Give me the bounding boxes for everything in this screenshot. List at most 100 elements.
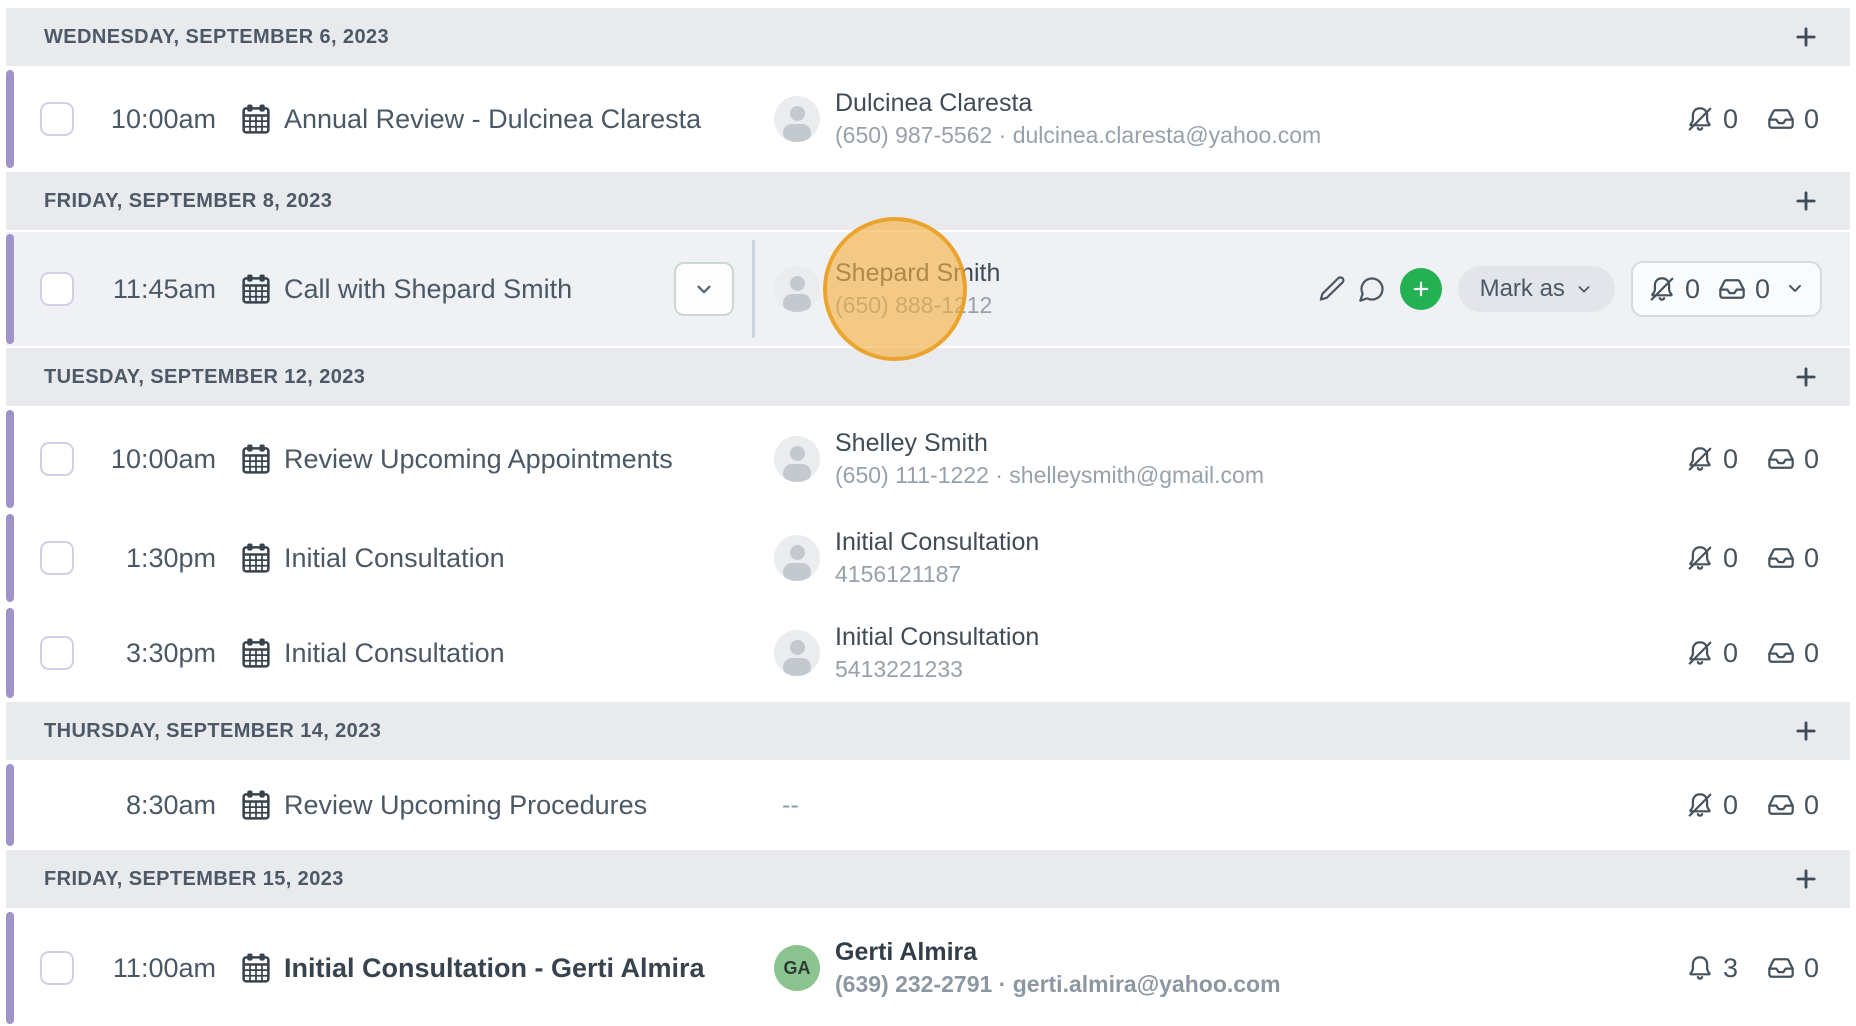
row-accent-bar xyxy=(6,608,14,698)
appointment-time: 8:30am xyxy=(86,790,216,821)
bell-off-icon xyxy=(1686,791,1714,819)
contact-initials-avatar: GA xyxy=(774,945,820,991)
inbox-count: 0 xyxy=(1804,104,1822,135)
appointment-time: 3:30pm xyxy=(86,638,216,669)
add-action-button[interactable] xyxy=(1400,268,1442,310)
appointment-row[interactable]: 3:30pm Initial Consultation Initial Cons… xyxy=(6,606,1850,700)
row-checkbox[interactable] xyxy=(40,951,74,985)
add-appointment-button[interactable] xyxy=(1788,183,1824,219)
inbox-icon xyxy=(1767,639,1795,667)
row-checkbox[interactable] xyxy=(40,102,74,136)
notification-counts: 0 0 xyxy=(1686,790,1822,821)
bell-icon xyxy=(1686,954,1714,982)
bell-count: 3 xyxy=(1723,953,1741,984)
appointment-row[interactable]: 10:00am Annual Review - Dulcinea Clarest… xyxy=(6,68,1850,170)
appointment-title: Initial Consultation xyxy=(284,543,505,574)
notification-counts: 0 0 xyxy=(1686,104,1822,135)
calendar-icon xyxy=(242,543,270,573)
calendar-icon xyxy=(242,444,270,474)
row-checkbox[interactable] xyxy=(40,541,74,575)
chevron-down-icon xyxy=(1575,280,1593,298)
plus-icon xyxy=(1793,364,1819,390)
appointment-row[interactable]: 8:30am Review Upcoming Procedures -- 0 0 xyxy=(6,762,1850,848)
appointment-title: Annual Review - Dulcinea Claresta xyxy=(284,104,701,135)
bell-count: 0 xyxy=(1723,790,1741,821)
inbox-count: 0 xyxy=(1804,543,1822,574)
person-avatar-icon xyxy=(774,266,820,312)
inbox-icon xyxy=(1767,445,1795,473)
row-checkbox[interactable] xyxy=(40,272,74,306)
edit-button[interactable] xyxy=(1312,269,1352,309)
date-header: TUESDAY, SEPTEMBER 12, 2023 xyxy=(6,348,1850,406)
appointment-title: Initial Consultation - Gerti Almira xyxy=(284,953,705,984)
date-label: TUESDAY, SEPTEMBER 12, 2023 xyxy=(44,366,365,389)
add-appointment-button[interactable] xyxy=(1788,359,1824,395)
date-header: FRIDAY, SEPTEMBER 15, 2023 xyxy=(6,850,1850,908)
date-label: WEDNESDAY, SEPTEMBER 6, 2023 xyxy=(44,26,389,49)
calendar-icon xyxy=(242,953,270,983)
pencil-icon xyxy=(1318,275,1346,303)
contact-detail: (639) 232-2791 · gerti.almira@yahoo.com xyxy=(835,971,1281,998)
contact-detail: (650) 888-1212 xyxy=(835,292,1000,319)
add-appointment-button[interactable] xyxy=(1788,713,1824,749)
row-checkbox[interactable] xyxy=(40,442,74,476)
bell-off-icon xyxy=(1686,544,1714,572)
appointment-time: 10:00am xyxy=(86,104,216,135)
contact-detail: (650) 111-1222 · shelleysmith@gmail.com xyxy=(835,462,1264,489)
appointment-title: Review Upcoming Appointments xyxy=(284,444,673,475)
inbox-count: 0 xyxy=(1804,444,1822,475)
contact-detail: 5413221233 xyxy=(835,656,1039,683)
comment-button[interactable] xyxy=(1352,269,1392,309)
inbox-count: 0 xyxy=(1804,790,1822,821)
date-header: WEDNESDAY, SEPTEMBER 6, 2023 xyxy=(6,8,1850,66)
chevron-down-icon xyxy=(693,278,715,300)
appointment-row[interactable]: 11:45am Call with Shepard Smith Shepard … xyxy=(6,232,1850,346)
row-checkbox[interactable] xyxy=(40,636,74,670)
mark-as-label: Mark as xyxy=(1480,275,1565,303)
notification-counts-box[interactable]: 0 0 xyxy=(1631,261,1822,317)
row-accent-bar xyxy=(6,70,14,168)
bell-count: 0 xyxy=(1723,444,1741,475)
contact-name: Initial Consultation xyxy=(835,623,1039,652)
appointment-time: 11:45am xyxy=(86,274,216,305)
person-avatar-icon xyxy=(774,535,820,581)
chevron-down-icon xyxy=(1785,278,1805,298)
contact-name: Shepard Smith xyxy=(835,259,1000,288)
calendar-icon xyxy=(242,638,270,668)
appointment-row[interactable]: 11:00am Initial Consultation - Gerti Alm… xyxy=(6,910,1850,1026)
row-quick-actions: Mark as 0 0 xyxy=(1312,261,1822,317)
bell-off-icon xyxy=(1648,275,1676,303)
inbox-count: 0 xyxy=(1804,953,1822,984)
appointment-time: 10:00am xyxy=(86,444,216,475)
plus-icon xyxy=(1793,24,1819,50)
calendar-icon xyxy=(242,274,270,304)
plus-icon xyxy=(1793,718,1819,744)
contact-name: Shelley Smith xyxy=(835,429,1264,458)
appointment-row[interactable]: 1:30pm Initial Consultation Initial Cons… xyxy=(6,512,1850,604)
contact-name: Dulcinea Claresta xyxy=(835,89,1321,118)
contact-block: Initial Consultation 4156121187 xyxy=(774,528,1039,588)
row-expand-button[interactable] xyxy=(674,262,734,316)
row-accent-bar xyxy=(6,764,14,846)
contact-placeholder: -- xyxy=(782,791,799,820)
row-accent-bar xyxy=(6,514,14,602)
contact-block: Shepard Smith (650) 888-1212 xyxy=(774,259,1000,319)
date-label: FRIDAY, SEPTEMBER 15, 2023 xyxy=(44,868,344,891)
bell-count: 0 xyxy=(1685,274,1700,305)
inbox-icon xyxy=(1767,954,1795,982)
contact-block: GA Gerti Almira (639) 232-2791 · gerti.a… xyxy=(774,938,1281,998)
bell-count: 0 xyxy=(1723,638,1741,669)
inbox-count: 0 xyxy=(1804,638,1822,669)
row-accent-bar xyxy=(6,912,14,1024)
appointment-row[interactable]: 10:00am Review Upcoming Appointments She… xyxy=(6,408,1850,510)
contact-name: Initial Consultation xyxy=(835,528,1039,557)
mark-as-button[interactable]: Mark as xyxy=(1458,266,1615,312)
calendar-icon xyxy=(242,104,270,134)
date-label: THURSDAY, SEPTEMBER 14, 2023 xyxy=(44,720,381,743)
bell-count: 0 xyxy=(1723,104,1741,135)
inbox-icon xyxy=(1718,275,1746,303)
add-appointment-button[interactable] xyxy=(1788,861,1824,897)
row-accent-bar xyxy=(6,410,14,508)
add-appointment-button[interactable] xyxy=(1788,19,1824,55)
bell-off-icon xyxy=(1686,105,1714,133)
